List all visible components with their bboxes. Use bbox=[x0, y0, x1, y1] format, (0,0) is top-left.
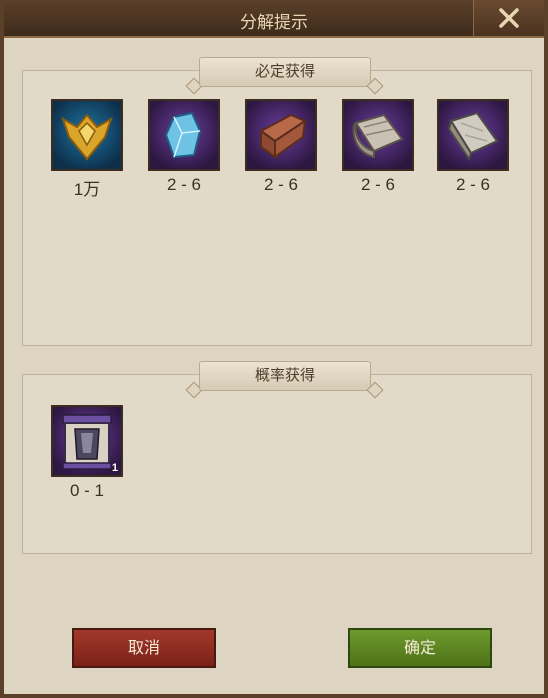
quantity-badge: 1 bbox=[111, 462, 118, 474]
item-cloth-bolt[interactable] bbox=[342, 99, 414, 171]
dialog-title: 分解提示 bbox=[240, 13, 308, 32]
item-count: 0 - 1 bbox=[69, 481, 105, 500]
armor-scroll-icon bbox=[62, 414, 112, 470]
decompose-dialog: 分解提示 必定获得 1万 2 - 6 2 - 6 2 - 6 2 - 6 概率获… bbox=[0, 0, 548, 698]
cancel-button[interactable]: 取消 bbox=[72, 628, 216, 668]
confirm-button[interactable]: 确定 bbox=[348, 628, 492, 668]
close-button[interactable] bbox=[473, 0, 544, 36]
item-count: 2 - 6 bbox=[360, 175, 396, 194]
item-blue-crystal[interactable] bbox=[148, 99, 220, 171]
cloth-bolt-icon bbox=[352, 113, 404, 159]
item-leather-roll[interactable] bbox=[245, 99, 317, 171]
item-count: 2 - 6 bbox=[263, 175, 299, 194]
close-icon bbox=[499, 8, 519, 28]
guaranteed-title: 必定获得 bbox=[199, 57, 371, 87]
golden-emblem-icon bbox=[61, 113, 113, 161]
guaranteed-panel: 必定获得 1万 2 - 6 2 - 6 2 - 6 2 - 6 bbox=[22, 57, 532, 346]
item-count: 2 - 6 bbox=[455, 175, 491, 194]
title-bar: 分解提示 bbox=[4, 0, 544, 38]
blue-crystal-icon bbox=[164, 111, 202, 159]
item-count: 1万 bbox=[73, 180, 101, 199]
leather-roll-icon bbox=[259, 113, 308, 159]
item-golden-emblem[interactable] bbox=[51, 99, 123, 171]
item-armor-scroll[interactable]: 1 bbox=[51, 405, 123, 477]
iron-ingot-icon bbox=[447, 111, 499, 162]
item-iron-ingot[interactable] bbox=[437, 99, 509, 171]
chance-title: 概率获得 bbox=[199, 361, 371, 391]
item-count: 2 - 6 bbox=[166, 175, 202, 194]
chance-panel: 概率获得 1 0 - 1 bbox=[22, 361, 532, 554]
